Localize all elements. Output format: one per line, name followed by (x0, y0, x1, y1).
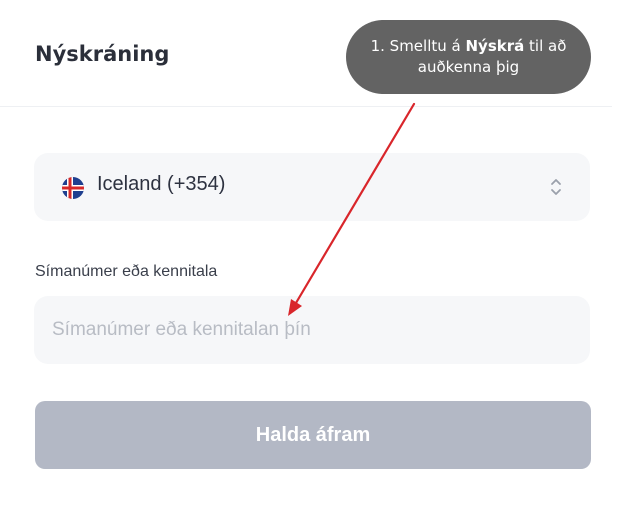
instruction-tooltip: 1. Smelltu á Nýskrá til að auðkenna þig (346, 20, 591, 94)
tooltip-line-1: 1. Smelltu á Nýskrá til að (370, 37, 567, 55)
signup-page: Nýskráning Iceland (+354) Símanúmer eða … (0, 0, 621, 529)
phone-field-label: Símanúmer eða kennitala (35, 263, 218, 280)
phone-or-id-input[interactable] (34, 296, 590, 364)
country-select[interactable]: Iceland (+354) (34, 153, 590, 221)
header-divider (0, 106, 612, 107)
tooltip-line-2: auðkenna þig (417, 58, 520, 76)
page-title: Nýskráning (35, 42, 170, 66)
continue-button[interactable]: Halda áfram (35, 401, 591, 469)
iceland-flag-icon (62, 177, 84, 199)
country-select-value: Iceland (+354) (97, 173, 226, 195)
tooltip-emphasis: Nýskrá (465, 37, 525, 55)
chevron-up-down-icon (551, 179, 561, 195)
